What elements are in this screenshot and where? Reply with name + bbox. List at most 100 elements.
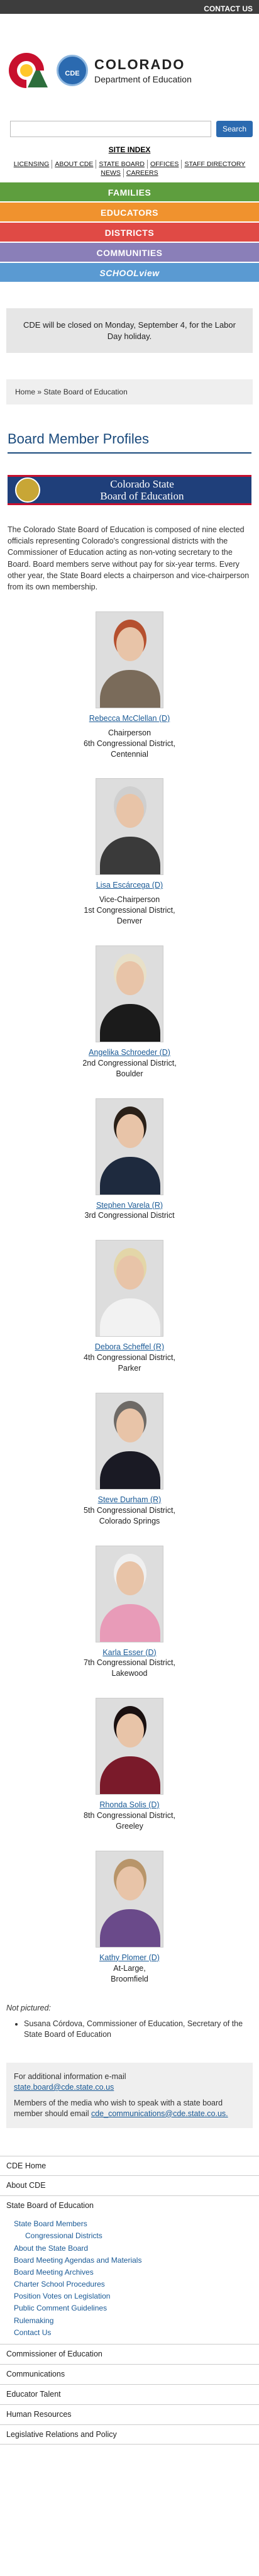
audience-communities-button[interactable]: COMMUNITIES <box>0 243 259 264</box>
member-name-link[interactable]: Karla Esser (D) <box>0 1648 259 1658</box>
info-line-1: For additional information e-mail <box>14 2072 126 2082</box>
member-photo-head <box>116 961 144 995</box>
member-location: Greeley <box>116 1821 143 1831</box>
member-photo[interactable] <box>96 778 163 876</box>
member-photo[interactable] <box>96 1240 163 1337</box>
state-board-banner: Colorado State Board of Education <box>8 475 251 506</box>
intro-paragraph: The Colorado State Board of Education is… <box>8 525 250 591</box>
nav-sub-item[interactable]: Public Comment Guidelines <box>14 2302 259 2314</box>
nav-sub-item[interactable]: Board Meeting Archives <box>14 2267 259 2278</box>
member-photo-body <box>100 1298 160 1337</box>
member-name-link[interactable]: Rebecca McClellan (D) <box>0 713 259 724</box>
communications-email-link[interactable]: cde_communications@cde.state.co.us. <box>91 2109 228 2118</box>
member-photo-head <box>116 1714 144 1748</box>
member-name-link[interactable]: Lisa Escárcega (D) <box>0 880 259 891</box>
member-photo[interactable] <box>96 1098 163 1195</box>
search-button[interactable]: Search <box>216 121 253 137</box>
member-name-link[interactable]: Rhonda Solis (D) <box>0 1800 259 1810</box>
member-location: Boulder <box>116 1069 143 1078</box>
contact-us-link[interactable]: CONTACT US <box>204 4 253 13</box>
nav-legislative[interactable]: Legislative Relations and Policy <box>0 2425 259 2445</box>
nav-sub-item[interactable]: Position Votes on Legislation <box>14 2290 259 2302</box>
nav-human-resources[interactable]: Human Resources <box>0 2405 259 2425</box>
member-district: At-Large, <box>113 1963 146 1973</box>
member-photo[interactable] <box>96 1698 163 1795</box>
util-link-state-board[interactable]: STATE BOARD <box>96 160 147 169</box>
site-index-link[interactable]: SITE INDEX <box>0 145 259 155</box>
nav-sub-item[interactable]: Board Meeting Agendas and Materials <box>14 2255 259 2267</box>
member-name-link[interactable]: Angelika Schroeder (D) <box>0 1047 259 1058</box>
member-list: Rebecca McClellan (D) Chairperson 6th Cong… <box>0 611 259 1985</box>
audience-educators-button[interactable]: EDUCATORS <box>0 203 259 223</box>
site-logo[interactable]: CDE COLORADO Department of Education <box>0 14 259 96</box>
banner-line-2: Board of Education <box>100 490 184 503</box>
state-board-email-link[interactable]: state.board@cde.state.co.us <box>14 2083 114 2092</box>
util-link-licensing[interactable]: LICENSING <box>11 160 52 169</box>
member-card: Lisa Escárcega (D) Vice-Chairperson 1st Co… <box>0 778 259 927</box>
member-name-link[interactable]: Debora Scheffel (R) <box>0 1342 259 1352</box>
logo-subtitle: Department of Education <box>94 74 192 85</box>
nav-sub-item[interactable]: Contact Us <box>14 2327 259 2339</box>
not-pictured-item: Susana Córdova, Commissioner of Educatio… <box>24 2019 253 2040</box>
util-link-staff-directory[interactable]: STAFF DIRECTORY <box>181 160 248 169</box>
member-card: Rhonda Solis (D) 8th Congressional Distri… <box>0 1698 259 1832</box>
audience-schoolview-button[interactable]: SCHOOLview <box>0 263 259 284</box>
member-name-link[interactable]: Steve Durham (R) <box>0 1495 259 1505</box>
member-photo-head <box>116 1113 144 1148</box>
member-photo-head <box>116 1866 144 1900</box>
member-location: Centennial <box>111 749 148 759</box>
member-district: 7th Congressional District, <box>84 1658 175 1668</box>
util-link-careers[interactable]: CAREERS <box>123 169 161 178</box>
nav-about-cde[interactable]: About CDE <box>0 2176 259 2197</box>
member-district: 8th Congressional District, <box>84 1811 175 1820</box>
member-role: Vice-Chairperson <box>99 895 160 905</box>
not-pictured-label: Not pictured: <box>6 2004 51 2013</box>
nav-educator-talent[interactable]: Educator Talent <box>0 2385 259 2405</box>
search-bar: Search <box>0 96 259 137</box>
cde-badge-icon: CDE <box>57 55 88 86</box>
page-title: Board Member Profiles <box>8 430 251 454</box>
nav-communications[interactable]: Communications <box>0 2365 259 2385</box>
member-photo-head <box>116 1408 144 1442</box>
member-card: Debora Scheffel (R) 4th Congressional Dis… <box>0 1240 259 1374</box>
nav-cde-home[interactable]: CDE Home <box>0 2156 259 2177</box>
nav-state-board-submenu: State Board Members Congressional Distri… <box>0 2216 259 2345</box>
member-photo[interactable] <box>96 1850 163 1948</box>
search-input[interactable] <box>10 121 211 137</box>
member-district: 1st Congressional District, <box>84 906 175 915</box>
banner-line-1: Colorado State <box>110 477 174 490</box>
closure-alert: CDE will be closed on Monday, September … <box>6 308 253 354</box>
member-photo-body <box>100 837 160 875</box>
footer-nav: CDE Home About CDE State Board of Educat… <box>0 2155 259 2445</box>
member-name-link[interactable]: Kathy Plomer (D) <box>0 1953 259 1963</box>
member-photo-body <box>100 1156 160 1195</box>
colorado-c-logo-icon <box>1 45 52 96</box>
member-district: 6th Congressional District, <box>84 739 175 748</box>
util-link-offices[interactable]: OFFICES <box>146 160 182 169</box>
nav-commissioner[interactable]: Commissioner of Education <box>0 2345 259 2365</box>
member-photo-head <box>116 794 144 828</box>
nav-board-members[interactable]: State Board Members <box>14 2218 259 2230</box>
breadcrumb[interactable]: Home » State Board of Education <box>6 379 253 405</box>
member-photo[interactable] <box>96 945 163 1042</box>
audience-districts-button[interactable]: DISTRICTS <box>0 223 259 243</box>
member-photo-head <box>116 627 144 661</box>
nav-sub-item[interactable]: Charter School Procedures <box>14 2278 259 2290</box>
contact-info-box: For additional information e-mail state.… <box>6 2063 253 2128</box>
logo-title: COLORADO <box>94 56 185 72</box>
member-location: Parker <box>118 1364 141 1373</box>
member-district: 4th Congressional District, <box>84 1353 175 1363</box>
nav-state-board[interactable]: State Board of Education <box>0 2196 259 2216</box>
util-link-news[interactable]: NEWS <box>98 169 123 177</box>
audience-nav: FAMILIES EDUCATORS DISTRICTS COMMUNITIES… <box>0 182 259 284</box>
member-photo[interactable] <box>96 1392 163 1490</box>
nav-sub-item[interactable]: Rulemaking <box>14 2315 259 2327</box>
nav-sub-item[interactable]: About the State Board <box>14 2243 259 2255</box>
member-photo[interactable] <box>96 1545 163 1642</box>
util-link-about-cde[interactable]: ABOUT CDE <box>52 160 96 169</box>
member-name-link[interactable]: Stephen Varela (R) <box>0 1200 259 1211</box>
member-photo[interactable] <box>96 611 163 708</box>
nav-congressional-districts[interactable]: Congressional Districts <box>14 2230 259 2242</box>
audience-families-button[interactable]: FAMILIES <box>0 182 259 203</box>
member-card: Angelika Schroeder (D) 2nd Congressional … <box>0 945 259 1079</box>
